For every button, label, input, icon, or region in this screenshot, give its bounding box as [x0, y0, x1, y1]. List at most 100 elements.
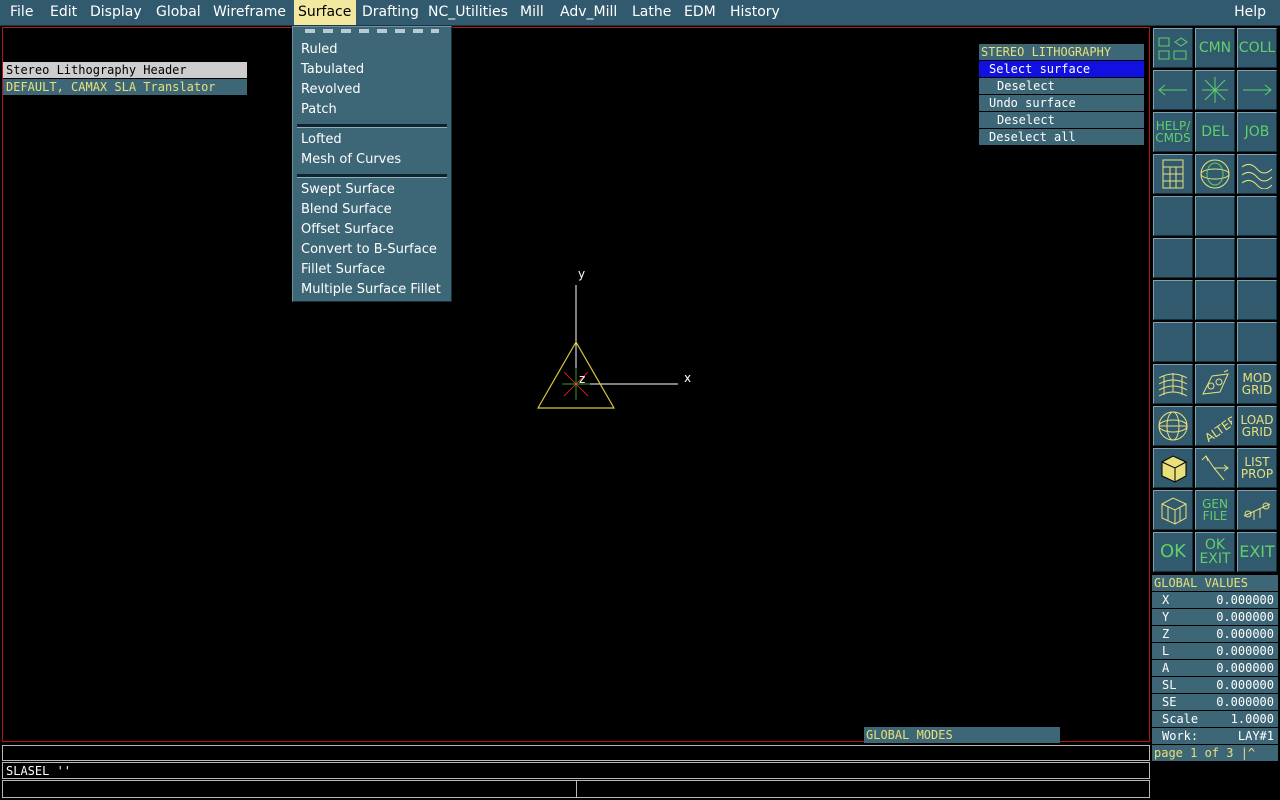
- global-value-row: A 0.000000: [1152, 660, 1278, 676]
- view-sphere-button[interactable]: [1195, 154, 1235, 194]
- empty-button[interactable]: [1195, 196, 1235, 236]
- menu-item-multiple-surface-fillet[interactable]: Multiple Surface Fillet: [301, 281, 441, 299]
- calculator-button[interactable]: [1153, 154, 1193, 194]
- global-value-row: Z 0.000000: [1152, 626, 1278, 642]
- ok-exit-line2: EXIT: [1199, 551, 1231, 567]
- load-grid-button[interactable]: LOAD GRID: [1237, 406, 1277, 446]
- wave-surface-button[interactable]: [1237, 154, 1277, 194]
- command-input[interactable]: [2, 745, 1150, 761]
- sphere-icon: [1200, 159, 1230, 189]
- menu-item-tabulated[interactable]: Tabulated: [301, 61, 364, 79]
- svg-text:ALTER: ALTER: [1202, 413, 1232, 442]
- ok-button[interactable]: OK: [1153, 532, 1193, 572]
- fixture-button[interactable]: [1195, 364, 1235, 404]
- empty-button[interactable]: [1237, 196, 1277, 236]
- status-bar-left: [2, 780, 577, 798]
- cube-icon: [1161, 455, 1187, 483]
- view-layout-button[interactable]: [1153, 28, 1193, 68]
- axis-transform-button[interactable]: [1195, 448, 1235, 488]
- scale-row: Scale 1.0000: [1152, 711, 1278, 727]
- box-button[interactable]: [1153, 448, 1193, 488]
- mod-grid-line2: GRID: [1241, 383, 1273, 397]
- job-button[interactable]: JOB: [1237, 112, 1277, 152]
- arrow-right-icon: [1243, 84, 1272, 96]
- empty-button[interactable]: [1195, 238, 1235, 278]
- arrow-left-icon: [1158, 84, 1187, 96]
- y-axis-label: y: [578, 267, 585, 281]
- status-bar-right: [576, 780, 1150, 798]
- linkage-button[interactable]: [1237, 490, 1277, 530]
- load-grid-line2: GRID: [1241, 425, 1273, 439]
- empty-button[interactable]: [1153, 280, 1193, 320]
- sla-select-surface[interactable]: Select surface: [979, 61, 1144, 77]
- del-button[interactable]: DEL: [1195, 112, 1235, 152]
- menu-item-offset-surface[interactable]: Offset Surface: [301, 221, 394, 239]
- prompt-value[interactable]: DEFAULT, CAMAX SLA Translator: [3, 79, 247, 95]
- coll-button[interactable]: COLL: [1237, 28, 1277, 68]
- list-prop-button[interactable]: LIST PROP: [1237, 448, 1277, 488]
- sla-deselect-all[interactable]: Deselect all: [979, 129, 1144, 145]
- menu-separator: [297, 174, 447, 178]
- command-echo: SLASEL '': [2, 762, 1150, 779]
- help-cmds-line2: CMDS: [1155, 131, 1191, 145]
- wave-surface-icon: [1241, 163, 1273, 189]
- empty-button[interactable]: [1237, 280, 1277, 320]
- wire-sphere-button[interactable]: [1153, 406, 1193, 446]
- global-value-row: L 0.000000: [1152, 643, 1278, 659]
- menu-item-blend-surface[interactable]: Blend Surface: [301, 201, 392, 219]
- global-value-row: SL 0.000000: [1152, 677, 1278, 693]
- global-value-row: Y 0.000000: [1152, 609, 1278, 625]
- forward-button[interactable]: [1237, 70, 1277, 110]
- page-indicator[interactable]: page 1 of 3 |^: [1152, 745, 1278, 761]
- menu-item-fillet-surface[interactable]: Fillet Surface: [301, 261, 385, 279]
- surface-dropdown-menu: Ruled Tabulated Revolved Patch Lofted Me…: [292, 26, 452, 302]
- sla-deselect[interactable]: Deselect: [979, 78, 1144, 94]
- global-modes-button[interactable]: GLOBAL MODES: [864, 727, 1060, 743]
- global-value-row: X 0.000000: [1152, 592, 1278, 608]
- mesh-surface-icon: [1158, 373, 1188, 397]
- empty-button[interactable]: [1237, 238, 1277, 278]
- menu-item-convert-to-b-surface[interactable]: Convert to B-Surface: [301, 241, 437, 259]
- sla-undo-surface[interactable]: Undo surface: [979, 95, 1144, 111]
- empty-button[interactable]: [1153, 322, 1193, 362]
- prompt-label: Stereo Lithography Header: [3, 62, 247, 78]
- back-button[interactable]: [1153, 70, 1193, 110]
- empty-button[interactable]: [1237, 322, 1277, 362]
- mesh-surface-button[interactable]: [1153, 364, 1193, 404]
- fixture-icon: [1202, 369, 1229, 395]
- ok-exit-line1: OK: [1204, 537, 1226, 553]
- empty-button[interactable]: [1195, 322, 1235, 362]
- work-layer-row: Work: LAY#1: [1152, 728, 1278, 744]
- cmn-button[interactable]: CMN: [1195, 28, 1235, 68]
- menu-item-lofted[interactable]: Lofted: [301, 131, 342, 149]
- mod-grid-button[interactable]: MOD GRID: [1237, 364, 1277, 404]
- menu-separator: [297, 124, 447, 128]
- tear-off-handle[interactable]: [305, 29, 439, 33]
- view-layout-icon: [1158, 37, 1188, 60]
- menu-item-swept-surface[interactable]: Swept Surface: [301, 181, 395, 199]
- center-button[interactable]: [1195, 70, 1235, 110]
- global-values-title: GLOBAL VALUES: [1152, 575, 1278, 591]
- calculator-icon: [1162, 159, 1184, 189]
- exit-button[interactable]: EXIT: [1237, 532, 1277, 572]
- ok-exit-button[interactable]: OK EXIT: [1195, 532, 1235, 572]
- gen-file-line2: FILE: [1202, 509, 1228, 523]
- empty-button[interactable]: [1195, 280, 1235, 320]
- wire-sphere-icon: [1158, 411, 1188, 441]
- alter-icon: ALTER: [1202, 413, 1232, 442]
- menu-item-revolved[interactable]: Revolved: [301, 81, 361, 99]
- wire-box-button[interactable]: [1153, 490, 1193, 530]
- stereo-lithography-menu: STEREO LITHOGRAPHY Select surface Desele…: [979, 44, 1144, 146]
- menu-item-patch[interactable]: Patch: [301, 101, 337, 119]
- help-cmds-button[interactable]: HELP/ CMDS: [1153, 112, 1193, 152]
- alter-button[interactable]: ALTER: [1195, 406, 1235, 446]
- wire-cube-icon: [1161, 497, 1187, 525]
- asterisk-icon: [1202, 77, 1228, 103]
- gen-file-button[interactable]: GEN FILE: [1195, 490, 1235, 530]
- empty-button[interactable]: [1153, 238, 1193, 278]
- sla-undo-deselect[interactable]: Deselect: [979, 112, 1144, 128]
- empty-button[interactable]: [1153, 196, 1193, 236]
- menu-item-mesh-of-curves[interactable]: Mesh of Curves: [301, 151, 401, 169]
- list-prop-line2: PROP: [1240, 467, 1274, 481]
- menu-item-ruled[interactable]: Ruled: [301, 41, 338, 59]
